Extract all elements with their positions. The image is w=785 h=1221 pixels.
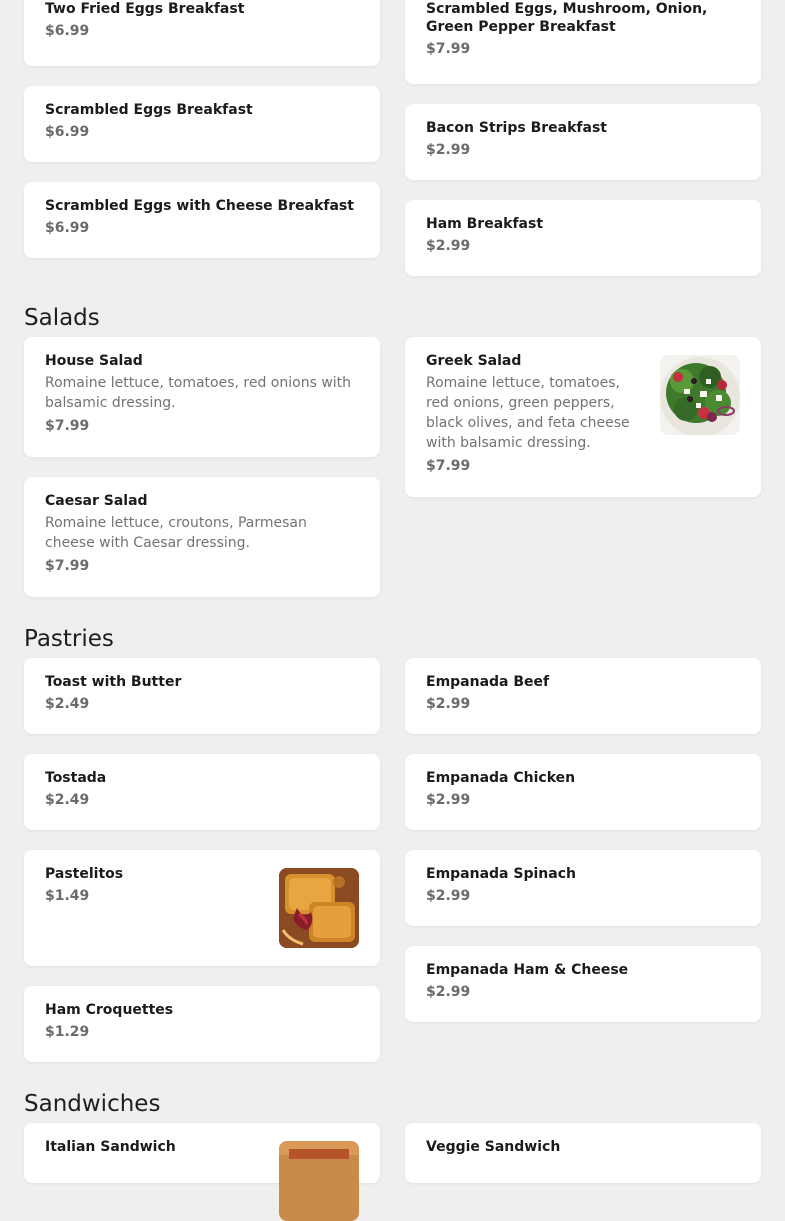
item-name: Scrambled Eggs, Mushroom, Onion, Green P… <box>426 1 708 35</box>
item-price: $7.99 <box>45 418 90 434</box>
menu-item-card[interactable]: Italian Sandwich <box>24 1123 380 1221</box>
item-name: Tostada <box>45 770 107 786</box>
item-name: Greek Salad <box>426 353 522 369</box>
item-name: Pastelitos <box>45 866 124 882</box>
item-name: Ham Breakfast <box>426 216 544 232</box>
menu-item-card[interactable]: Pastelitos $1.49 <box>24 850 380 966</box>
section-title-salads: Salads <box>24 305 100 331</box>
menu-item-card[interactable]: Scrambled Eggs, Mushroom, Onion, Green P… <box>405 0 761 84</box>
menu-item-card[interactable]: Greek Salad Romaine lettuce, tomatoes, r… <box>405 337 761 497</box>
menu-item-card[interactable]: House Salad Romaine lettuce, tomatoes, r… <box>24 337 380 457</box>
section-title-sandwiches: Sandwiches <box>24 1091 161 1117</box>
item-price: $2.99 <box>426 984 471 1000</box>
menu-item-card[interactable]: Scrambled Eggs with Cheese Breakfast $6.… <box>24 182 380 258</box>
item-price: $6.99 <box>45 23 90 39</box>
item-price: $2.99 <box>426 142 471 158</box>
item-name: Empanada Beef <box>426 674 550 690</box>
item-price: $2.49 <box>45 696 90 712</box>
item-name: Ham Croquettes <box>45 1002 174 1018</box>
item-description: Romaine lettuce, tomatoes, red onions wi… <box>45 375 352 411</box>
item-description: Romaine lettuce, croutons, Parmesan chee… <box>45 515 307 551</box>
item-name: House Salad <box>45 353 143 369</box>
menu-item-card[interactable]: Two Fried Eggs Breakfast $6.99 <box>24 0 380 66</box>
item-price: $2.99 <box>426 696 471 712</box>
menu-item-card[interactable]: Toast with Butter $2.49 <box>24 658 380 734</box>
item-description: Romaine lettuce, tomatoes, red onions, g… <box>426 375 630 451</box>
menu-item-card[interactable]: Ham Croquettes $1.29 <box>24 986 380 1062</box>
item-name: Empanada Spinach <box>426 866 576 882</box>
item-price: $7.99 <box>426 41 471 57</box>
menu-item-card[interactable]: Empanada Chicken $2.99 <box>405 754 761 830</box>
section-title-pastries: Pastries <box>24 626 114 652</box>
item-price: $7.99 <box>426 458 471 474</box>
item-name: Scrambled Eggs Breakfast <box>45 102 253 118</box>
item-name: Caesar Salad <box>45 493 148 509</box>
menu-item-card[interactable]: Tostada $2.49 <box>24 754 380 830</box>
item-name: Scrambled Eggs with Cheese Breakfast <box>45 198 354 214</box>
item-price: $2.99 <box>426 792 471 808</box>
menu-item-card[interactable]: Caesar Salad Romaine lettuce, croutons, … <box>24 477 380 597</box>
item-name: Toast with Butter <box>45 674 182 690</box>
menu-item-card[interactable]: Empanada Ham & Cheese $2.99 <box>405 946 761 1022</box>
greek-salad-photo[interactable] <box>660 355 740 435</box>
item-name: Empanada Ham & Cheese <box>426 962 629 978</box>
item-price: $6.99 <box>45 124 90 140</box>
item-name: Italian Sandwich <box>45 1139 176 1155</box>
item-price: $2.49 <box>45 792 90 808</box>
item-price: $2.99 <box>426 888 471 904</box>
item-name: Bacon Strips Breakfast <box>426 120 607 136</box>
menu-item-card[interactable]: Scrambled Eggs Breakfast $6.99 <box>24 86 380 162</box>
item-price: $6.99 <box>45 220 90 236</box>
item-price: $1.49 <box>45 888 90 904</box>
menu-item-card[interactable]: Ham Breakfast $2.99 <box>405 200 761 276</box>
item-name: Veggie Sandwich <box>426 1139 561 1155</box>
item-price: $2.99 <box>426 238 471 254</box>
item-price: $1.29 <box>45 1024 90 1040</box>
menu-item-card[interactable]: Empanada Spinach $2.99 <box>405 850 761 926</box>
item-name: Two Fried Eggs Breakfast <box>45 1 245 17</box>
menu-item-card[interactable]: Bacon Strips Breakfast $2.99 <box>405 104 761 180</box>
pastelitos-photo[interactable] <box>279 868 359 948</box>
menu-item-card[interactable]: Veggie Sandwich <box>405 1123 761 1183</box>
item-price: $7.99 <box>45 558 90 574</box>
menu-item-card[interactable]: Empanada Beef $2.99 <box>405 658 761 734</box>
italian-sandwich-photo[interactable] <box>279 1141 359 1221</box>
item-name: Empanada Chicken <box>426 770 576 786</box>
